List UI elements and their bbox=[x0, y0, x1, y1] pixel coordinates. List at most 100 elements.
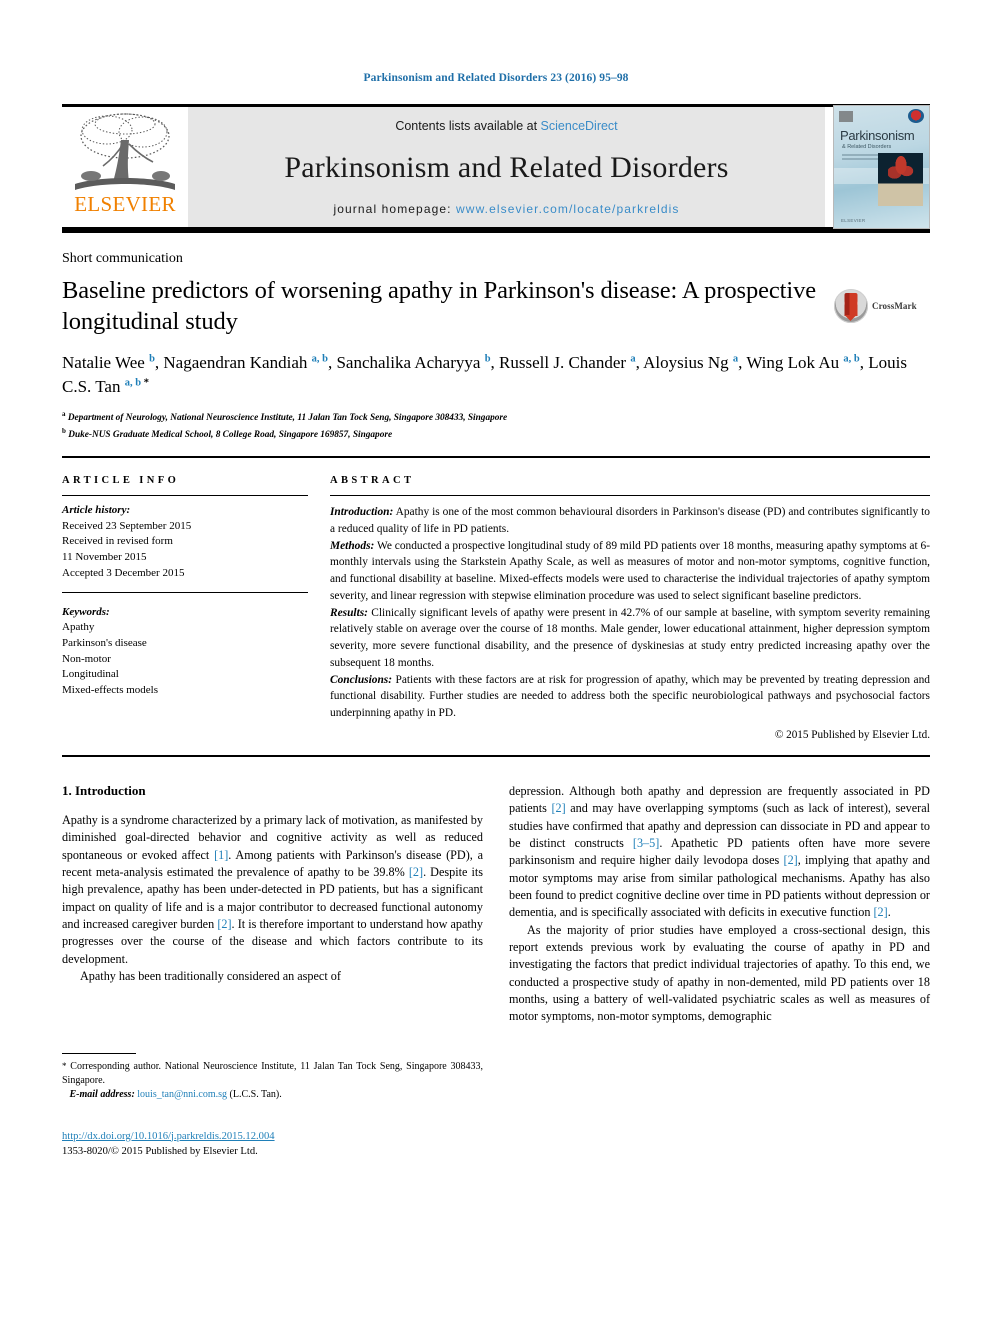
contents-list-line: Contents lists available at ScienceDirec… bbox=[395, 119, 617, 133]
journal-cover-wrapper: Parkinsonism & Related Disorders ELSEVIE… bbox=[825, 105, 930, 229]
cover-elsevier-mark-icon bbox=[839, 110, 853, 122]
doi-block: http://dx.doi.org/10.1016/j.parkreldis.2… bbox=[62, 1129, 483, 1160]
affiliation-mark: a bbox=[62, 410, 66, 418]
journal-homepage-link[interactable]: www.elsevier.com/locate/parkreldis bbox=[456, 202, 679, 216]
cover-title: Parkinsonism bbox=[840, 128, 915, 143]
cover-top-bar bbox=[839, 109, 924, 123]
cover-subtitle: & Related Disorders bbox=[842, 144, 892, 150]
citation-reference[interactable]: [1] bbox=[214, 848, 228, 862]
sciencedirect-link[interactable]: ScienceDirect bbox=[541, 119, 618, 133]
author-affiliation-mark: a, b bbox=[843, 353, 860, 365]
keywords-group: Keywords: Apathy Parkinson's disease Non-m… bbox=[62, 605, 308, 699]
body-column-left: 1. Introduction Apathy is a syndrome cha… bbox=[62, 782, 483, 1157]
article-type-label: Short communication bbox=[62, 251, 183, 266]
corresponding-author-text: Corresponding author. National Neuroscie… bbox=[62, 1060, 483, 1087]
keyword-item: Non-motor bbox=[62, 652, 111, 665]
title-block: Baseline predictors of worsening apathy … bbox=[62, 267, 834, 338]
crossmark-badge[interactable]: CrossMark bbox=[834, 289, 930, 323]
journal-title: Parkinsonism and Related Disorders bbox=[284, 150, 729, 184]
keywords-lines: Apathy Parkinson's disease Non-motor Longit… bbox=[62, 620, 308, 699]
article-history-line: 11 November 2015 bbox=[62, 551, 147, 564]
abstract-body: Introduction: Apathy is one of the most … bbox=[330, 496, 930, 722]
body-paragraph: Apathy has been traditionally considered… bbox=[80, 968, 341, 983]
cover-society-seal-icon bbox=[908, 109, 924, 123]
masthead-bottom-rule bbox=[62, 230, 930, 233]
body-columns: 1. Introduction Apathy is a syndrome cha… bbox=[62, 782, 930, 1157]
keywords-label: Keywords: bbox=[62, 605, 110, 618]
body-column-right: depression. Although both apathy and dep… bbox=[509, 783, 930, 1026]
issn-copyright-line: 1353-8020/© 2015 Published by Elsevier L… bbox=[62, 1145, 258, 1157]
author-name: Wing Lok Au bbox=[746, 352, 844, 372]
contents-prefix: Contents lists available at bbox=[395, 119, 541, 133]
author-name: Nagaendran Kandiah bbox=[163, 352, 312, 372]
abstract-section: Results: Clinically significant levels o… bbox=[330, 606, 930, 669]
title-row: Baseline predictors of worsening apathy … bbox=[62, 267, 930, 338]
article-history-line: Accepted 3 December 2015 bbox=[62, 566, 185, 579]
article-history-line: Received 23 September 2015 bbox=[62, 519, 192, 532]
body-paragraph: depression. Although both apathy and dep… bbox=[509, 783, 930, 920]
author-affiliation-mark: a bbox=[630, 353, 636, 365]
article-page: Parkinsonism and Related Disorders 23 (2… bbox=[0, 0, 992, 1323]
keyword-item: Apathy bbox=[62, 621, 95, 634]
abstract-column: ABSTRACT Introduction: Apathy is one of … bbox=[330, 475, 930, 741]
keyword-item: Parkinson's disease bbox=[62, 637, 147, 650]
citation-reference[interactable]: [2] bbox=[874, 905, 888, 919]
journal-homepage-line: journal homepage: www.elsevier.com/locat… bbox=[333, 202, 679, 216]
introduction-right-text: depression. Although both apathy and dep… bbox=[509, 783, 930, 1026]
footnote-rule bbox=[62, 1052, 136, 1054]
info-abstract-band: ARTICLE INFO Article history: Received 2… bbox=[62, 458, 930, 741]
citation-reference[interactable]: [3–5] bbox=[633, 836, 659, 850]
author-name: Aloysius Ng bbox=[643, 352, 733, 372]
page-title: Baseline predictors of worsening apathy … bbox=[62, 277, 817, 335]
introduction-left-text: Apathy is a syndrome characterized by a … bbox=[62, 812, 483, 985]
citation-reference[interactable]: [2] bbox=[217, 917, 231, 931]
crossmark-book-shape bbox=[844, 293, 858, 321]
affiliation-list: a Department of Neurology, National Neur… bbox=[62, 409, 930, 442]
section-heading-introduction: 1. Introduction bbox=[62, 782, 146, 798]
author-name: Natalie Wee bbox=[62, 352, 150, 372]
citation-reference[interactable]: [2] bbox=[409, 865, 423, 879]
abstract-band-bottom-rule bbox=[62, 754, 930, 757]
abstract-section-label: Introduction: bbox=[330, 506, 394, 518]
footnote-area: * Corresponding author. National Neurosc… bbox=[62, 1052, 483, 1160]
cover-footer: ELSEVIER bbox=[841, 218, 866, 223]
affiliation-line: b Duke-NUS Graduate Medical School, 8 Co… bbox=[62, 426, 393, 440]
journal-cover-image: Parkinsonism & Related Disorders ELSEVIE… bbox=[833, 105, 930, 229]
abstract-section: Introduction: Apathy is one of the most … bbox=[330, 506, 930, 535]
keyword-item: Mixed-effects models bbox=[62, 684, 159, 697]
abstract-section-label: Methods: bbox=[330, 539, 375, 552]
cover-coral-shape bbox=[887, 156, 914, 187]
citation-reference[interactable]: [2] bbox=[551, 801, 565, 815]
journal-masthead: ELSEVIER Contents lists available at Sci… bbox=[62, 104, 930, 230]
masthead-center: Contents lists available at ScienceDirec… bbox=[188, 107, 825, 227]
keywords-rule bbox=[62, 591, 308, 593]
elsevier-wordmark: ELSEVIER bbox=[74, 192, 176, 216]
body-paragraph: Apathy is a syndrome characterized by a … bbox=[62, 812, 483, 966]
author-affiliation-mark: a, b bbox=[124, 377, 142, 389]
author-name: Sanchalika Acharyya bbox=[336, 352, 485, 372]
author-affiliation-mark: b bbox=[149, 353, 155, 365]
author-affiliation-mark: b bbox=[484, 353, 491, 365]
citation-reference[interactable]: [2] bbox=[784, 853, 798, 867]
corresponding-author-note: * Corresponding author. National Neurosc… bbox=[62, 1060, 483, 1103]
abstract-section-label: Conclusions: bbox=[330, 673, 393, 686]
email-address-link[interactable]: louis_tan@nni.com.sg bbox=[137, 1089, 227, 1100]
crossmark-label: CrossMark bbox=[872, 301, 917, 311]
article-history-group: Article history: Received 23 September 2… bbox=[62, 496, 308, 582]
author-affiliation-mark: a bbox=[732, 353, 739, 365]
abstract-section-label: Results: bbox=[330, 606, 368, 619]
body-paragraph: As the majority of prior studies have em… bbox=[509, 922, 930, 1024]
author-affiliation-mark: a, b bbox=[311, 353, 328, 365]
author-list: Natalie Wee b, Nagaendran Kandiah a, b, … bbox=[62, 352, 907, 397]
email-address-label: E-mail address: bbox=[69, 1089, 135, 1101]
abstract-section: Methods: We conducted a prospective long… bbox=[330, 539, 930, 602]
article-history-lines: Received 23 September 2015 Received in re… bbox=[62, 519, 308, 582]
elsevier-logo: ELSEVIER bbox=[62, 107, 188, 227]
abstract-heading: ABSTRACT bbox=[330, 475, 415, 486]
crossmark-icon bbox=[834, 289, 868, 323]
doi-link[interactable]: http://dx.doi.org/10.1016/j.parkreldis.2… bbox=[62, 1129, 483, 1144]
article-info-column: ARTICLE INFO Article history: Received 2… bbox=[62, 475, 330, 741]
affiliation-mark: b bbox=[62, 426, 66, 435]
abstract-section: Conclusions: Patients with these factors… bbox=[330, 673, 930, 720]
cover-photo bbox=[878, 153, 923, 206]
